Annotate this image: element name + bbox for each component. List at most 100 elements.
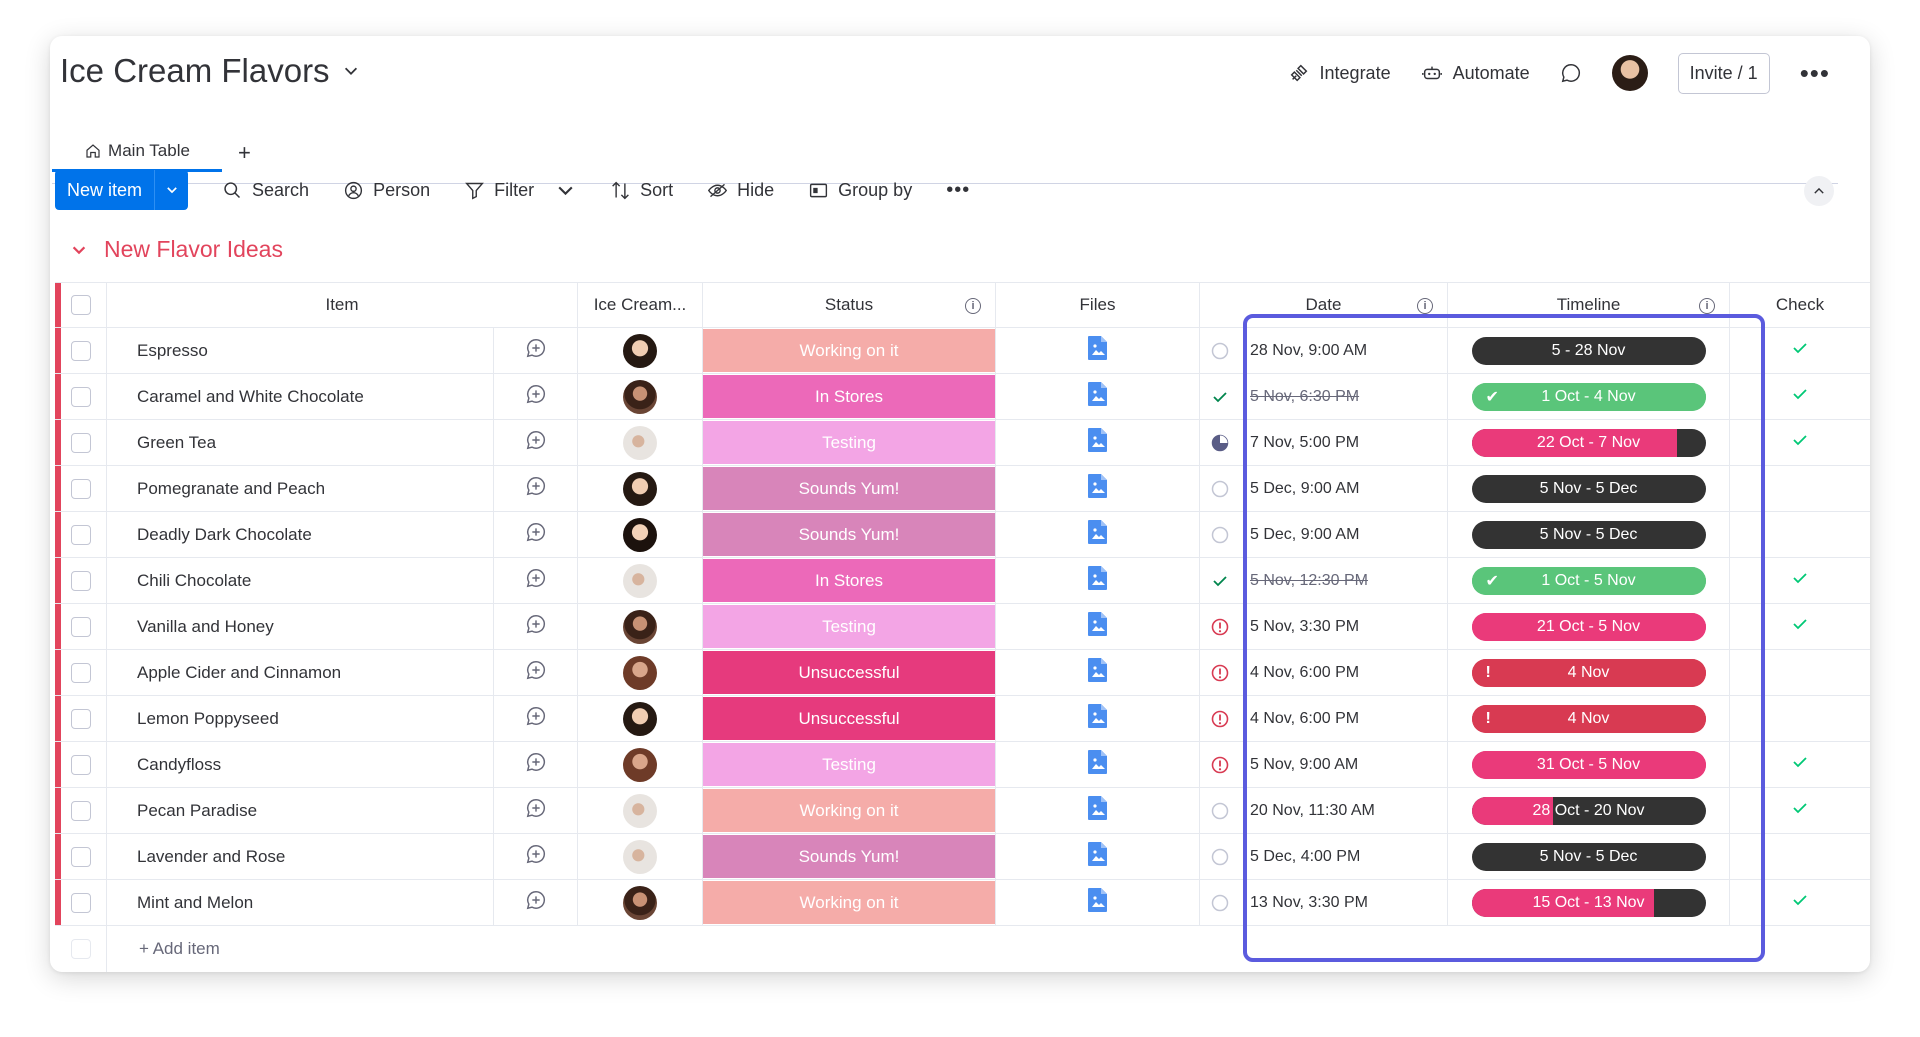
timeline-cell[interactable]: 22 Oct - 7 Nov xyxy=(1448,420,1730,465)
row-checkbox[interactable] xyxy=(70,386,91,407)
files-cell[interactable] xyxy=(996,880,1200,925)
check-cell[interactable] xyxy=(1730,420,1870,465)
date-cell[interactable]: 7 Nov, 5:00 PM xyxy=(1200,420,1448,465)
table-row[interactable]: Espresso Working on it 28 Nov, 9:00 AM 5 - … xyxy=(55,328,1870,374)
date-partial-icon[interactable] xyxy=(1210,433,1230,453)
item-name-cell[interactable]: Pomegranate and Peach xyxy=(107,466,494,511)
status-label[interactable]: Sounds Yum! xyxy=(703,513,995,556)
person-avatar[interactable] xyxy=(623,517,657,552)
select-all-checkbox[interactable] xyxy=(70,295,91,315)
check-cell[interactable] xyxy=(1730,834,1870,879)
date-overdue-icon[interactable] xyxy=(1210,663,1230,683)
add-update-cell[interactable] xyxy=(494,788,578,833)
person-cell[interactable] xyxy=(578,742,703,787)
date-cell[interactable]: 5 Dec, 4:00 PM xyxy=(1200,834,1448,879)
files-cell[interactable] xyxy=(996,696,1200,741)
add-update-cell[interactable] xyxy=(494,512,578,557)
person-cell[interactable] xyxy=(578,880,703,925)
chevron-down-icon[interactable] xyxy=(342,62,360,80)
timeline-cell[interactable]: 31 Oct - 5 Nov xyxy=(1448,742,1730,787)
date-cell[interactable]: 4 Nov, 6:00 PM xyxy=(1200,650,1448,695)
item-name[interactable]: Pomegranate and Peach xyxy=(137,479,325,499)
status-label[interactable]: In Stores xyxy=(703,559,995,602)
add-view-button[interactable]: + xyxy=(238,140,251,166)
item-name[interactable]: Vanilla and Honey xyxy=(137,617,274,637)
add-item-button[interactable]: + Add item xyxy=(107,926,220,972)
person-cell[interactable] xyxy=(578,650,703,695)
item-name-cell[interactable]: Pecan Paradise xyxy=(107,788,494,833)
status-cell[interactable]: Unsuccessful xyxy=(703,650,996,695)
new-item-dropdown[interactable] xyxy=(154,170,188,210)
table-row[interactable]: Apple Cider and Cinnamon Unsuccessful 4 No… xyxy=(55,650,1870,696)
add-update-cell[interactable] xyxy=(494,880,578,925)
person-cell[interactable] xyxy=(578,374,703,419)
file-icon[interactable] xyxy=(1087,841,1109,872)
invite-button[interactable]: Invite / 1 xyxy=(1677,52,1770,94)
date-cell[interactable]: 5 Dec, 9:00 AM xyxy=(1200,466,1448,511)
timeline-bar[interactable]: 15 Oct - 13 Nov xyxy=(1471,888,1706,917)
add-update-icon[interactable] xyxy=(525,475,547,502)
item-name-cell[interactable]: Green Tea xyxy=(107,420,494,465)
timeline-cell[interactable]: ✔ 1 Oct - 4 Nov xyxy=(1448,374,1730,419)
item-name-cell[interactable]: Vanilla and Honey xyxy=(107,604,494,649)
status-label[interactable]: Working on it xyxy=(703,789,995,832)
person-avatar[interactable] xyxy=(623,333,657,368)
check-cell[interactable] xyxy=(1730,742,1870,787)
timeline-bar[interactable]: 5 - 28 Nov xyxy=(1471,336,1706,365)
status-label[interactable]: Working on it xyxy=(703,881,995,924)
row-checkbox[interactable] xyxy=(70,754,91,775)
file-icon[interactable] xyxy=(1087,657,1109,688)
person-avatar[interactable] xyxy=(623,793,657,828)
table-row[interactable]: Lavender and Rose Sounds Yum! 5 Dec, 4:00 … xyxy=(55,834,1870,880)
person-avatar[interactable] xyxy=(623,885,657,920)
files-cell[interactable] xyxy=(996,558,1200,603)
filter-button[interactable]: Filter xyxy=(464,180,576,201)
date-cell[interactable]: 5 Nov, 12:30 PM xyxy=(1200,558,1448,603)
timeline-bar[interactable]: 5 Nov - 5 Dec xyxy=(1471,474,1706,503)
person-avatar[interactable] xyxy=(623,379,657,414)
more-options-icon[interactable]: ••• xyxy=(1800,60,1830,86)
table-row[interactable]: Caramel and White Chocolate In Stores 5 No… xyxy=(55,374,1870,420)
row-checkbox[interactable] xyxy=(70,616,91,637)
item-name-cell[interactable]: Lavender and Rose xyxy=(107,834,494,879)
timeline-bar[interactable]: 31 Oct - 5 Nov xyxy=(1471,750,1706,779)
item-name[interactable]: Apple Cider and Cinnamon xyxy=(137,663,341,683)
info-icon[interactable]: i xyxy=(1699,298,1715,314)
file-icon[interactable] xyxy=(1087,703,1109,734)
timeline-cell[interactable]: ✔ 1 Oct - 5 Nov xyxy=(1448,558,1730,603)
item-name-cell[interactable]: Deadly Dark Chocolate xyxy=(107,512,494,557)
person-avatar[interactable] xyxy=(623,425,657,460)
row-checkbox[interactable] xyxy=(70,524,91,545)
item-name[interactable]: Pecan Paradise xyxy=(137,801,257,821)
status-label[interactable]: Working on it xyxy=(703,329,995,372)
status-cell[interactable]: Working on it xyxy=(703,880,996,925)
status-cell[interactable]: In Stores xyxy=(703,374,996,419)
timeline-cell[interactable]: 5 Nov - 5 Dec xyxy=(1448,512,1730,557)
toolbar-more-icon[interactable]: ••• xyxy=(946,180,970,200)
files-cell[interactable] xyxy=(996,512,1200,557)
timeline-bar[interactable]: ✔ 1 Oct - 5 Nov xyxy=(1471,566,1706,595)
column-header-files[interactable]: Files xyxy=(996,283,1200,327)
item-name-cell[interactable]: Apple Cider and Cinnamon xyxy=(107,650,494,695)
timeline-cell[interactable]: 5 Nov - 5 Dec xyxy=(1448,466,1730,511)
table-row[interactable]: Candyfloss Testing 5 Nov, 9:00 AM 31 Oct - … xyxy=(55,742,1870,788)
person-cell[interactable] xyxy=(578,604,703,649)
person-avatar[interactable] xyxy=(623,839,657,874)
timeline-bar[interactable]: 22 Oct - 7 Nov xyxy=(1471,428,1706,457)
new-item-button[interactable]: New item xyxy=(55,170,154,210)
timeline-cell[interactable]: 5 - 28 Nov xyxy=(1448,328,1730,373)
status-label[interactable]: Testing xyxy=(703,421,995,464)
person-cell[interactable] xyxy=(578,466,703,511)
row-checkbox[interactable] xyxy=(70,662,91,683)
status-label[interactable]: Testing xyxy=(703,743,995,786)
column-header-ice[interactable]: Ice Cream... xyxy=(578,283,703,327)
add-update-cell[interactable] xyxy=(494,466,578,511)
add-update-cell[interactable] xyxy=(494,650,578,695)
files-cell[interactable] xyxy=(996,328,1200,373)
timeline-bar[interactable]: 5 Nov - 5 Dec xyxy=(1471,520,1706,549)
file-icon[interactable] xyxy=(1087,473,1109,504)
person-cell[interactable] xyxy=(578,696,703,741)
add-update-icon[interactable] xyxy=(525,521,547,548)
table-row[interactable]: Pecan Paradise Working on it 20 Nov, 11:30… xyxy=(55,788,1870,834)
add-update-cell[interactable] xyxy=(494,558,578,603)
